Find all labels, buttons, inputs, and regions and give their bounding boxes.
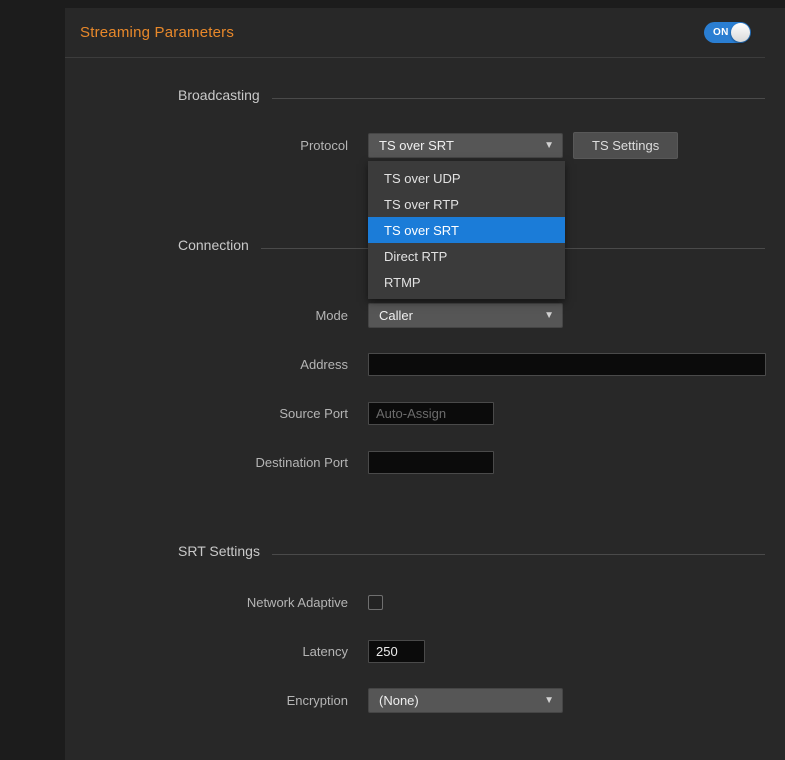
protocol-select-value: TS over SRT: [379, 138, 454, 153]
network-adaptive-row: Network Adaptive: [178, 589, 383, 616]
address-row: Address: [178, 351, 766, 378]
encryption-select[interactable]: (None) ▼: [368, 688, 563, 713]
source-port-row: Source Port: [178, 400, 494, 427]
content-panel: [65, 8, 785, 760]
network-adaptive-checkbox[interactable]: [368, 595, 383, 610]
mode-select[interactable]: Caller ▼: [368, 303, 563, 328]
ts-settings-button-label: TS Settings: [592, 138, 659, 153]
toggle-knob[interactable]: [731, 23, 750, 42]
section-srt-settings-rule: [272, 554, 765, 555]
section-broadcasting-rule: [272, 98, 765, 99]
encryption-row: Encryption (None) ▼: [178, 687, 563, 714]
menu-item-ts-over-rtp[interactable]: TS over RTP: [368, 191, 565, 217]
latency-row: Latency: [178, 638, 425, 665]
header-divider: [65, 57, 765, 58]
menu-item-direct-rtp[interactable]: Direct RTP: [368, 243, 565, 269]
mode-select-value: Caller: [379, 308, 413, 323]
mode-label: Mode: [178, 308, 368, 323]
protocol-select[interactable]: TS over SRT ▼: [368, 133, 563, 158]
network-adaptive-label: Network Adaptive: [178, 595, 368, 610]
chevron-down-icon: ▼: [544, 311, 554, 321]
source-port-input[interactable]: [368, 402, 494, 425]
toggle-state-label: ON: [713, 27, 729, 38]
destination-port-label: Destination Port: [178, 455, 368, 470]
protocol-row: Protocol TS over SRT ▼ TS Settings: [178, 132, 678, 159]
page-title: Streaming Parameters: [80, 24, 234, 41]
ts-settings-button[interactable]: TS Settings: [573, 132, 678, 159]
menu-item-rtmp[interactable]: RTMP: [368, 269, 565, 295]
streaming-parameters-page: Streaming Parameters ON Broadcasting Pro…: [0, 0, 785, 760]
protocol-dropdown-menu: TS over UDP TS over RTP TS over SRT Dire…: [368, 161, 565, 299]
encryption-select-value: (None): [379, 693, 419, 708]
chevron-down-icon: ▼: [544, 696, 554, 706]
protocol-label: Protocol: [178, 138, 368, 153]
chevron-down-icon: ▼: [544, 141, 554, 151]
section-srt-settings-label: SRT Settings: [178, 543, 272, 559]
menu-item-ts-over-srt[interactable]: TS over SRT: [368, 217, 565, 243]
destination-port-row: Destination Port: [178, 449, 494, 476]
address-input[interactable]: [368, 353, 766, 376]
section-srt-settings: SRT Settings: [178, 543, 765, 559]
streaming-on-off-toggle[interactable]: ON: [704, 22, 751, 43]
section-connection-label: Connection: [178, 237, 261, 253]
section-broadcasting: Broadcasting: [178, 87, 765, 103]
menu-item-ts-over-udp[interactable]: TS over UDP: [368, 165, 565, 191]
source-port-label: Source Port: [178, 406, 368, 421]
section-broadcasting-label: Broadcasting: [178, 87, 272, 103]
address-label: Address: [178, 357, 368, 372]
destination-port-input[interactable]: [368, 451, 494, 474]
latency-input[interactable]: [368, 640, 425, 663]
latency-label: Latency: [178, 644, 368, 659]
encryption-label: Encryption: [178, 693, 368, 708]
mode-row: Mode Caller ▼: [178, 302, 563, 329]
